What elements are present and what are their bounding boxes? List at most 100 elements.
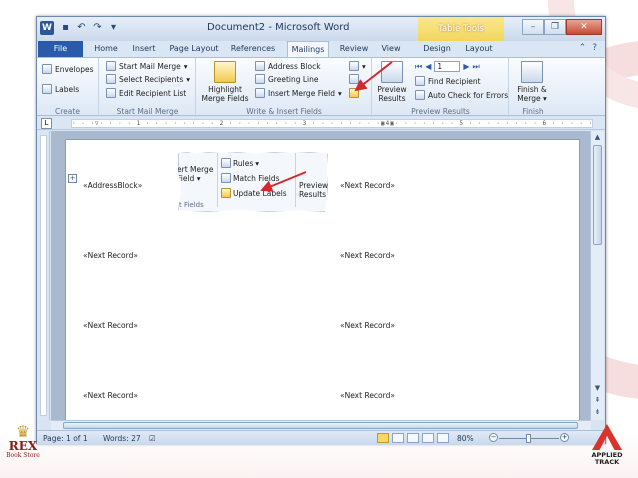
envelopes-button[interactable]: Envelopes xyxy=(42,64,94,74)
status-bar: Page: 1 of 1 Words: 27 ☑ 80% − + xyxy=(37,430,605,445)
scroll-up-icon[interactable]: ▲ xyxy=(592,132,603,143)
view-buttons xyxy=(377,433,449,443)
customize-icon[interactable]: ▾ xyxy=(107,21,120,35)
merge-field[interactable]: «Next Record» xyxy=(83,321,138,330)
zoom-level[interactable]: 80% xyxy=(457,434,474,443)
help-icon[interactable]: ? xyxy=(592,43,597,53)
group-start-mail-merge: Start Mail Merge ▾ Select Recipients ▾ Edi… xyxy=(100,58,196,117)
rules-button[interactable]: ▾ xyxy=(349,61,366,71)
finish-merge-button[interactable]: Finish & Merge ▾ xyxy=(512,61,552,103)
envelope-icon xyxy=(42,64,52,74)
applied-track-logo: APPLIED TRACK xyxy=(582,424,632,472)
greeting-line-label: Greeting Line xyxy=(268,74,319,84)
edit-list-icon xyxy=(106,88,116,98)
next-record-icon[interactable]: ▶ xyxy=(463,62,469,71)
greeting-line-button[interactable]: Greeting Line xyxy=(255,74,319,84)
scroll-down-icon[interactable]: ▼ xyxy=(592,383,603,394)
word-app-icon[interactable]: W xyxy=(40,21,54,35)
people-icon xyxy=(106,74,116,84)
tab-file[interactable]: File xyxy=(38,41,83,57)
zoomed-ribbon-callout: ert Merge Field ▾ Rules ▾ Match Fields U… xyxy=(178,152,328,212)
highlight-merge-fields-button[interactable]: Highlight Merge Fields xyxy=(199,61,251,103)
horizontal-scroll-thumb[interactable] xyxy=(63,422,578,429)
insert-merge-field-button[interactable]: Insert Merge Field ▾ xyxy=(255,88,342,98)
horizontal-scrollbar[interactable] xyxy=(51,420,591,430)
save-icon[interactable]: ▪ xyxy=(59,21,72,35)
print-layout-view-icon[interactable] xyxy=(377,433,389,443)
address-block-label: Address Block xyxy=(268,61,321,71)
last-record-icon[interactable]: ⏭ xyxy=(473,62,480,72)
update-labels-icon xyxy=(349,88,359,98)
edit-recipient-list-button[interactable]: Edit Recipient List xyxy=(106,88,186,98)
close-icon[interactable]: ✕ xyxy=(566,19,602,35)
auto-check-label: Auto Check for Errors xyxy=(428,90,509,100)
vertical-scroll-thumb[interactable] xyxy=(593,145,602,245)
tab-page-layout[interactable]: Page Layout xyxy=(167,41,221,57)
tab-home[interactable]: Home xyxy=(91,41,121,57)
zoom-slider[interactable]: − + xyxy=(489,433,569,443)
record-number-field[interactable]: 1 xyxy=(434,61,461,72)
tab-selector[interactable]: L xyxy=(41,118,52,129)
preview-label-line2: Results xyxy=(378,94,406,103)
match-fields-button[interactable] xyxy=(349,74,359,84)
rules-icon xyxy=(221,158,231,168)
highlight-label-line2: Merge Fields xyxy=(201,94,249,103)
ruler-scale[interactable]: · · ·▽· · · · 1 · · · · · · · · 2 · · · … xyxy=(71,119,593,128)
undo-icon[interactable]: ↶ xyxy=(75,21,88,35)
outline-view-icon[interactable] xyxy=(422,433,434,443)
vertical-scrollbar[interactable]: ▲ ▼ ⇞ ⇟ xyxy=(590,131,604,420)
tab-view[interactable]: View xyxy=(377,41,405,57)
minimize-icon[interactable]: – xyxy=(522,19,544,35)
rex-brand: REX xyxy=(8,439,38,453)
group-finish: Finish & Merge ▾ Finish xyxy=(510,58,556,117)
insert-field-icon xyxy=(255,88,265,98)
auto-check-errors-button[interactable]: Auto Check for Errors xyxy=(415,90,508,100)
labels-button[interactable]: Labels xyxy=(42,84,79,94)
merge-field[interactable]: «AddressBlock» xyxy=(83,181,142,190)
preview-results-button[interactable]: Preview Results xyxy=(375,61,409,103)
update-labels-button[interactable] xyxy=(349,88,359,98)
restore-icon[interactable]: ❐ xyxy=(544,19,566,35)
update-labels-icon xyxy=(221,188,231,198)
merge-field[interactable]: «Next Record» xyxy=(83,391,138,400)
merge-field[interactable]: «Next Record» xyxy=(340,321,395,330)
vertical-ruler-scale[interactable] xyxy=(40,135,47,416)
start-mail-merge-label: Start Mail Merge xyxy=(119,61,181,71)
full-screen-view-icon[interactable] xyxy=(392,433,404,443)
callout-update-labels-label: Update Labels xyxy=(233,188,287,198)
find-recipient-button[interactable]: Find Recipient xyxy=(415,76,481,86)
first-record-icon[interactable]: ⏮ xyxy=(415,62,422,72)
window-title: Document2 - Microsoft Word xyxy=(207,22,350,33)
merge-field[interactable]: «Next Record» xyxy=(340,181,395,190)
tab-review[interactable]: Review xyxy=(337,41,371,57)
previous-page-icon[interactable]: ⇞ xyxy=(592,395,603,406)
zoom-out-icon[interactable]: − xyxy=(489,433,498,442)
tab-mailings[interactable]: Mailings xyxy=(287,41,329,57)
merge-field[interactable]: «Next Record» xyxy=(340,391,395,400)
web-layout-view-icon[interactable] xyxy=(407,433,419,443)
callout-separator xyxy=(295,153,296,207)
title-bar: W ▪ ↶ ↷ ▾ Document2 - Microsoft Word Tab… xyxy=(37,17,605,41)
tab-references[interactable]: References xyxy=(229,41,277,57)
merge-field[interactable]: «Next Record» xyxy=(83,251,138,260)
page-count[interactable]: Page: 1 of 1 xyxy=(43,434,88,443)
zoom-knob[interactable] xyxy=(526,434,531,443)
tab-layout[interactable]: Layout xyxy=(463,41,495,57)
word-count[interactable]: Words: 27 xyxy=(103,434,141,443)
document-icon xyxy=(106,61,116,71)
tab-insert[interactable]: Insert xyxy=(129,41,159,57)
proofing-icon[interactable]: ☑ xyxy=(149,434,156,443)
merge-field[interactable]: «Next Record» xyxy=(340,251,395,260)
redo-icon[interactable]: ↷ xyxy=(91,21,104,35)
callout-preview-results: Preview Results xyxy=(299,181,328,199)
zoom-in-icon[interactable]: + xyxy=(560,433,569,442)
select-recipients-button[interactable]: Select Recipients ▾ xyxy=(106,74,190,84)
table-move-handle-icon[interactable]: + xyxy=(68,174,77,183)
next-page-icon[interactable]: ⇟ xyxy=(592,407,603,418)
tab-design[interactable]: Design xyxy=(421,41,453,57)
start-mail-merge-button[interactable]: Start Mail Merge ▾ xyxy=(106,61,188,71)
minimize-ribbon-icon[interactable]: ⌃ xyxy=(579,43,587,53)
draft-view-icon[interactable] xyxy=(437,433,449,443)
address-block-button[interactable]: Address Block xyxy=(255,61,321,71)
previous-record-icon[interactable]: ◀ xyxy=(425,62,431,71)
